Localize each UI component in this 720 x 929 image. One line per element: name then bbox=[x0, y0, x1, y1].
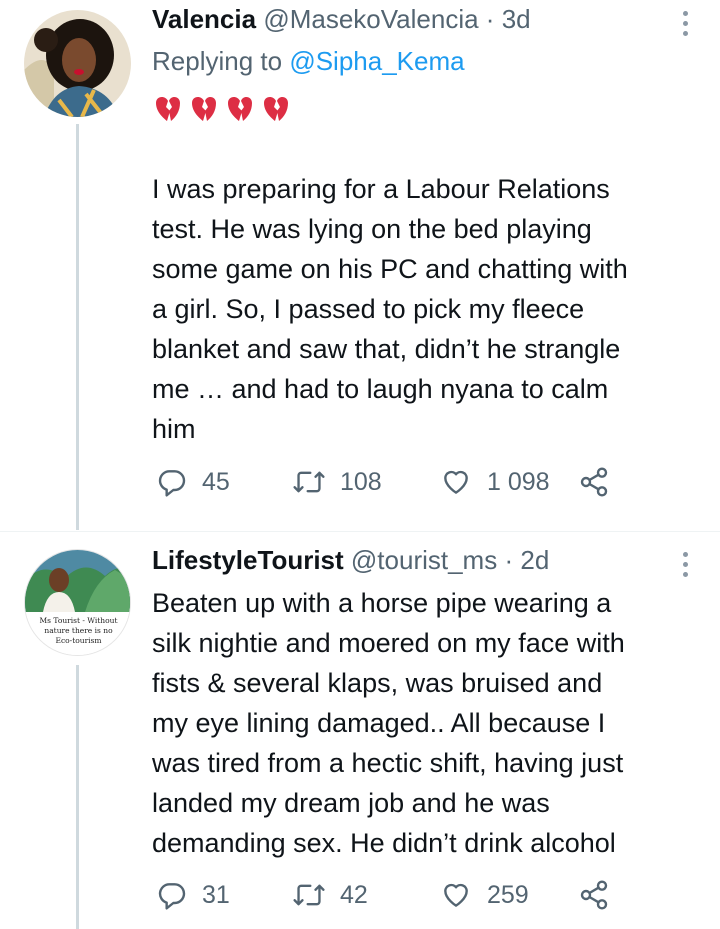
like-icon bbox=[444, 883, 468, 907]
retweet-icon bbox=[293, 471, 325, 493]
broken-heart-icon bbox=[156, 97, 288, 121]
tweet-actions: 45 108 1 098 bbox=[152, 466, 632, 506]
retweet-icon bbox=[293, 884, 325, 906]
timestamp[interactable]: 3d bbox=[502, 4, 531, 34]
tweet-text-line: a girl. So, I passed to pick my fleece bbox=[152, 294, 585, 324]
avatar-caption: Ms Tourist - Without nature there is no … bbox=[25, 616, 130, 646]
tweet-text-line: me … and had to laugh nyana to calm bbox=[152, 374, 609, 404]
tweet-text-line: was tired from a hectic shift, having ju… bbox=[152, 748, 624, 778]
tweet-text-line: silk nightie and moered on my face with bbox=[152, 628, 625, 658]
avatar[interactable]: Ms Tourist - Without nature there is no … bbox=[24, 549, 131, 656]
tweet-header: LifestyleTourist @tourist_ms · 2d bbox=[152, 545, 549, 576]
display-name[interactable]: Valencia bbox=[152, 4, 256, 34]
reply-prefix: Replying to bbox=[152, 46, 283, 76]
tweet-text-line: blanket and saw that, didn’t he strangle bbox=[152, 334, 621, 364]
avatar[interactable] bbox=[24, 10, 131, 117]
tweet-text-line: landed my dream job and he was bbox=[152, 788, 550, 818]
tweet-actions: 31 42 259 bbox=[152, 879, 632, 919]
tweet-text-line: I was preparing for a Labour Relations bbox=[152, 174, 610, 204]
like-count: 1 098 bbox=[487, 467, 550, 496]
avatar-caption-line: nature there is no bbox=[44, 626, 113, 635]
reply-mention-link[interactable]: @Sipha_Kema bbox=[289, 46, 464, 76]
retweet-button[interactable]: 108 bbox=[292, 466, 382, 498]
tweet-text: Beaten up with a horse pipe wearing a si… bbox=[152, 583, 697, 863]
reply-count: 45 bbox=[202, 467, 230, 496]
avatar-caption-line: Ms Tourist - Without bbox=[39, 616, 118, 625]
retweet-count: 108 bbox=[340, 467, 382, 496]
reply-context: Replying to @Sipha_Kema bbox=[152, 46, 465, 77]
tweet-text-line: fists & several klaps, was bruised and bbox=[152, 668, 603, 698]
reply-button[interactable]: 31 bbox=[156, 879, 230, 911]
reply-icon bbox=[158, 883, 186, 910]
separator: · bbox=[504, 545, 514, 575]
thread-line bbox=[76, 124, 79, 530]
user-handle[interactable]: @tourist_ms bbox=[351, 545, 497, 575]
more-icon[interactable] bbox=[682, 552, 690, 582]
tweet-text: I was preparing for a Labour Relations t… bbox=[152, 169, 697, 449]
avatar-caption-line: Eco-tourism bbox=[55, 636, 102, 645]
reply-button[interactable]: 45 bbox=[156, 466, 230, 498]
tweet-text-line: Beaten up with a horse pipe wearing a bbox=[152, 588, 612, 618]
display-name[interactable]: LifestyleTourist bbox=[152, 545, 344, 575]
tweet-text-line: some game on his PC and chatting with bbox=[152, 254, 628, 284]
tweet-valencia[interactable]: Valencia @MasekoValencia · 3d Replying t… bbox=[0, 0, 720, 530]
like-button[interactable]: 1 098 bbox=[439, 466, 550, 498]
retweet-button[interactable]: 42 bbox=[292, 879, 368, 911]
tweet-text-line: demanding sex. He didn’t drink alcohol bbox=[152, 828, 616, 858]
timestamp[interactable]: 2d bbox=[520, 545, 549, 575]
tweet-text-line: test. He was lying on the bed playing bbox=[152, 214, 592, 244]
thread-line bbox=[76, 665, 79, 929]
tweet-text-line: my eye lining damaged.. All because I bbox=[152, 708, 606, 738]
like-button[interactable]: 259 bbox=[439, 879, 529, 911]
like-icon bbox=[444, 470, 468, 494]
share-icon bbox=[580, 467, 608, 497]
tweet-text-line: him bbox=[152, 414, 196, 444]
reply-icon bbox=[158, 470, 186, 497]
share-button[interactable] bbox=[578, 879, 610, 911]
share-icon bbox=[580, 880, 608, 910]
tweet-lifestyletourist[interactable]: Ms Tourist - Without nature there is no … bbox=[0, 532, 720, 929]
retweet-count: 42 bbox=[340, 880, 368, 909]
user-handle[interactable]: @MasekoValencia bbox=[263, 4, 478, 34]
reply-count: 31 bbox=[202, 880, 230, 909]
like-count: 259 bbox=[487, 880, 529, 909]
tweet-header: Valencia @MasekoValencia · 3d bbox=[152, 4, 531, 35]
more-icon[interactable] bbox=[682, 11, 690, 41]
share-button[interactable] bbox=[578, 466, 610, 498]
separator: · bbox=[485, 4, 495, 34]
avatar-image bbox=[24, 10, 131, 117]
broken-hearts-emoji bbox=[152, 94, 300, 124]
